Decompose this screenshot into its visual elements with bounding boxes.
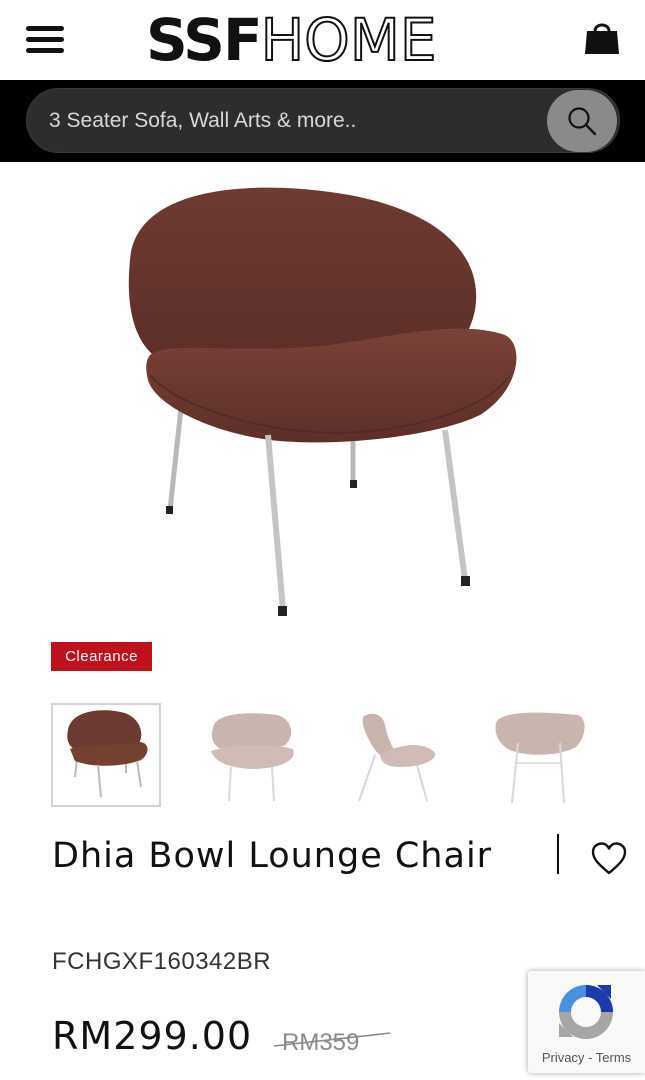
recaptcha-terms-link[interactable]: Terms <box>596 1050 631 1065</box>
logo-home-text: HOME <box>260 6 438 74</box>
search-button[interactable] <box>547 90 617 152</box>
hamburger-menu-icon[interactable] <box>26 26 64 54</box>
search-bar: 3 Seater Sofa, Wall Arts & more.. <box>0 80 645 162</box>
heart-outline-icon[interactable] <box>591 842 627 876</box>
site-header: SSFHOME <box>0 0 645 80</box>
strikethrough-line <box>273 1032 391 1047</box>
recaptcha-badge[interactable]: Privacy - Terms <box>528 971 645 1073</box>
search-placeholder: 3 Seater Sofa, Wall Arts & more.. <box>49 109 357 132</box>
clearance-badge: Clearance <box>51 642 152 671</box>
search-icon <box>568 107 597 136</box>
recaptcha-privacy-link[interactable]: Privacy <box>542 1050 585 1065</box>
recaptcha-links: Privacy - Terms <box>528 1050 645 1065</box>
product-price: RM299.00 <box>52 1014 253 1058</box>
recaptcha-separator: - <box>588 1050 593 1065</box>
search-input[interactable]: 3 Seater Sofa, Wall Arts & more.. <box>26 88 620 153</box>
product-title: Dhia Bowl Lounge Chair <box>52 836 493 876</box>
title-divider <box>557 834 559 874</box>
recaptcha-logo-icon <box>559 985 613 1039</box>
site-logo[interactable]: SSFHOME <box>146 9 438 71</box>
thumbnail-4[interactable] <box>488 703 598 807</box>
logo-ssf-text: SSF <box>146 6 263 74</box>
shopping-bag-icon[interactable] <box>584 20 620 56</box>
thumbnail-3[interactable] <box>345 703 455 807</box>
product-main-image[interactable] <box>100 180 540 620</box>
thumbnail-2[interactable] <box>197 703 307 807</box>
product-sku: FCHGXF160342BR <box>52 948 272 975</box>
thumbnail-1[interactable] <box>51 703 161 807</box>
